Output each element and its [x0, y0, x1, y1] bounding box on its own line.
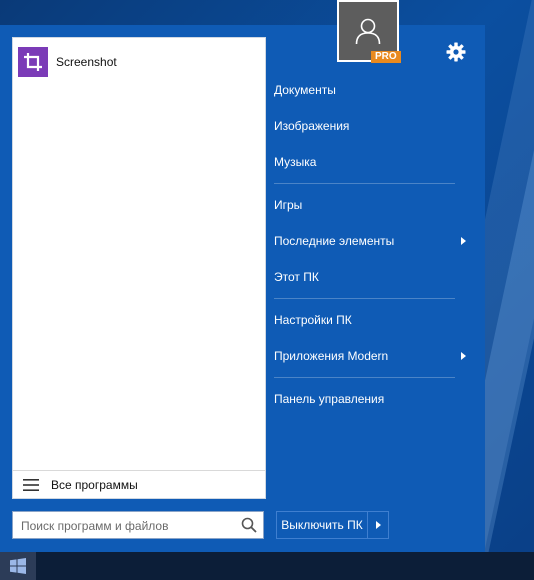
user-icon [355, 18, 381, 45]
pinned-app-label: Screenshot [56, 55, 117, 69]
menu-item-label: Документы [274, 83, 336, 97]
menu-item-images[interactable]: Изображения [266, 113, 476, 139]
submenu-arrow-icon [461, 352, 466, 360]
programs-panel: Screenshot Все программы [12, 37, 266, 499]
all-programs-button[interactable]: Все программы [13, 470, 265, 499]
menu-item-music[interactable]: Музыка [266, 149, 476, 175]
menu-separator [274, 298, 455, 299]
shutdown-options-button[interactable] [368, 512, 388, 538]
menu-separator [274, 183, 455, 184]
chevron-right-icon [375, 521, 381, 529]
menu-item-control-panel[interactable]: Панель управления [266, 386, 476, 412]
start-button[interactable] [0, 552, 36, 580]
pinned-app-screenshot[interactable]: Screenshot [18, 47, 258, 77]
menu-item-label: Музыка [274, 155, 317, 169]
menu-item-pc-settings[interactable]: Настройки ПК [266, 307, 476, 333]
all-programs-label: Все программы [51, 478, 138, 492]
menu-item-modern-apps[interactable]: Приложения Modern [266, 343, 476, 369]
pro-badge: PRO [371, 51, 401, 63]
menu-item-this-pc[interactable]: Этот ПК [266, 264, 476, 290]
menu-item-label: Панель управления [274, 392, 385, 406]
search-box [12, 511, 264, 540]
menu-item-recent-items[interactable]: Последние элементы [266, 228, 476, 254]
settings-gear-button[interactable] [445, 41, 467, 63]
menu-item-label: Изображения [274, 119, 350, 133]
menu-item-label: Игры [274, 198, 303, 212]
menu-item-label: Настройки ПК [274, 313, 352, 327]
shutdown-button[interactable]: Выключить ПК [277, 512, 368, 538]
submenu-arrow-icon [461, 237, 466, 245]
gear-icon [446, 42, 466, 62]
start-menu: Screenshot Все программы PRO [0, 0, 485, 552]
menu-item-label: Этот ПК [274, 270, 319, 284]
shutdown-button-group: Выключить ПК [276, 511, 389, 539]
crop-icon [18, 47, 48, 77]
menu-item-label: Последние элементы [274, 234, 395, 248]
taskbar [0, 552, 534, 580]
search-input[interactable] [19, 512, 241, 540]
hamburger-icon [23, 479, 39, 491]
menu-item-games[interactable]: Игры [266, 192, 476, 218]
windows-logo-icon [10, 558, 26, 574]
menu-item-documents[interactable]: Документы [266, 77, 476, 103]
menu-separator [274, 377, 455, 378]
search-icon[interactable] [241, 517, 257, 533]
menu-item-label: Приложения Modern [274, 349, 389, 363]
